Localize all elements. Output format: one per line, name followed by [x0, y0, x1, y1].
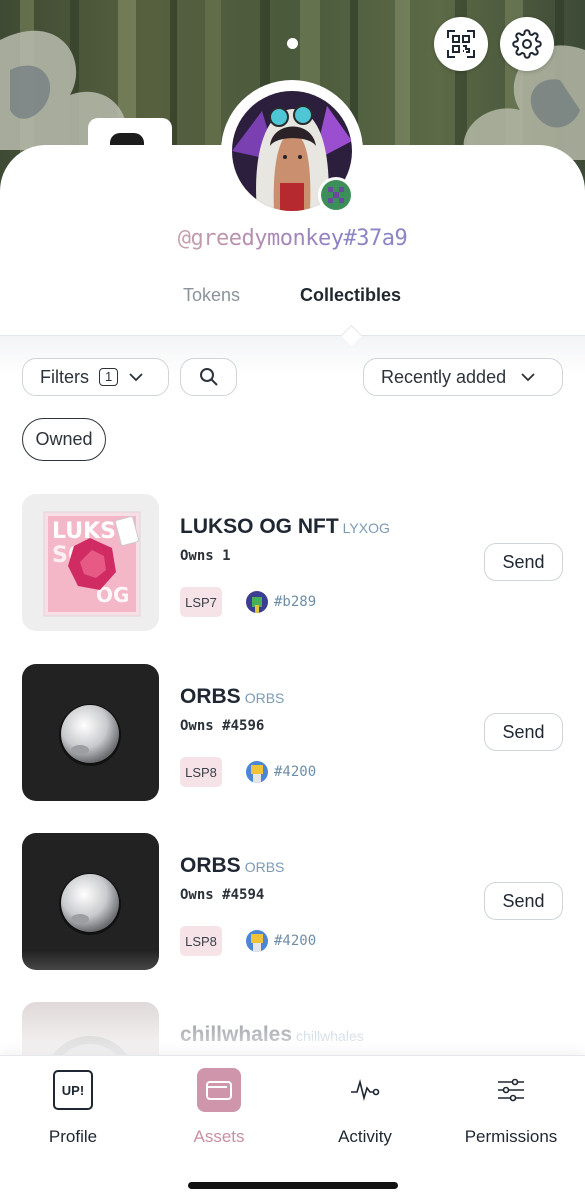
owned-filter-chip[interactable]: Owned: [22, 418, 106, 461]
wallet-icon: [197, 1068, 241, 1112]
standard-badge: LSP7: [180, 587, 222, 617]
up-badge-icon: UP!: [51, 1068, 95, 1112]
list-fade: [0, 950, 585, 1055]
sort-dropdown[interactable]: Recently added: [363, 358, 563, 396]
pulse-icon: [343, 1068, 387, 1112]
nav-label: Permissions: [464, 1127, 558, 1146]
list-item[interactable]: ORBS ORBS Owns #4596 LSP8 #4200 Send: [0, 664, 585, 804]
filters-label: Filters: [40, 366, 89, 387]
list-item[interactable]: LUKS SO O OG LUKSO OG NFTLYXOG Owns 1 LS…: [0, 494, 585, 634]
sort-label: Recently added: [381, 366, 507, 387]
nav-assets[interactable]: Assets: [146, 1068, 292, 1147]
nav-label: Profile: [48, 1127, 98, 1146]
orbs-thumbnail[interactable]: [22, 664, 159, 801]
search-button[interactable]: [180, 358, 237, 396]
asset-name: ORBS ORBS: [180, 854, 285, 877]
pager-dot: [287, 38, 298, 49]
username-handle: @greedymonkey: [177, 226, 344, 251]
qr-code-button[interactable]: [434, 17, 488, 71]
asset-name: ORBS ORBS: [180, 685, 285, 708]
gear-icon: [512, 29, 542, 59]
up-badge: UP!: [53, 1070, 93, 1110]
standard-badge: LSP8: [180, 757, 222, 787]
nav-label: Activity: [338, 1127, 392, 1146]
filters-count-badge: 1: [99, 368, 119, 386]
creator-link[interactable]: #4200: [246, 761, 316, 783]
nav-permissions[interactable]: Permissions: [438, 1068, 584, 1147]
asset-symbol: ORBS: [244, 690, 285, 706]
creator-avatar: [246, 591, 268, 613]
asset-name: LUKSO OG NFT LYXOG: [180, 515, 390, 538]
chevron-down-icon: [129, 373, 143, 382]
chevron-down-icon: [521, 373, 535, 382]
send-button[interactable]: Send: [484, 543, 563, 581]
owned-amount: Owns #4596: [180, 718, 265, 734]
tab-tokens[interactable]: Tokens: [183, 285, 240, 306]
identicon-badge: [318, 177, 354, 213]
creator-hash: #4200: [274, 764, 317, 780]
sliders-icon: [489, 1068, 533, 1112]
tab-collectibles[interactable]: Collectibles: [300, 285, 401, 306]
lukso-og-thumbnail[interactable]: LUKS SO O OG: [22, 494, 159, 631]
nav-label: Assets: [193, 1127, 245, 1146]
username-hash: #37a9: [343, 226, 408, 251]
creator-hash: #b289: [274, 594, 317, 610]
creator-link[interactable]: #4200: [246, 930, 316, 952]
nav-profile[interactable]: UP! Profile: [0, 1068, 146, 1147]
owned-amount: Owns #4594: [180, 887, 265, 903]
creator-link[interactable]: #b289: [246, 591, 316, 613]
creator-avatar: [246, 761, 268, 783]
asset-symbol: ORBS: [244, 859, 285, 875]
bottom-nav: UP! Profile Assets Activity Permissions: [0, 1055, 585, 1201]
filters-button[interactable]: Filters 1: [22, 358, 169, 396]
home-indicator[interactable]: [188, 1182, 398, 1189]
owned-amount: Owns 1: [180, 548, 231, 564]
settings-button[interactable]: [500, 17, 554, 71]
qr-code-icon: [447, 30, 475, 58]
creator-hash: #4200: [274, 933, 317, 949]
nav-activity[interactable]: Activity: [292, 1068, 438, 1147]
search-icon: [199, 368, 218, 386]
send-button[interactable]: Send: [484, 713, 563, 751]
profile-username: @greedymonkey#37a9: [0, 226, 585, 251]
creator-avatar: [246, 930, 268, 952]
send-button[interactable]: Send: [484, 882, 563, 920]
og-art-line1: LUKS: [52, 519, 116, 544]
asset-symbol: LYXOG: [342, 520, 390, 536]
